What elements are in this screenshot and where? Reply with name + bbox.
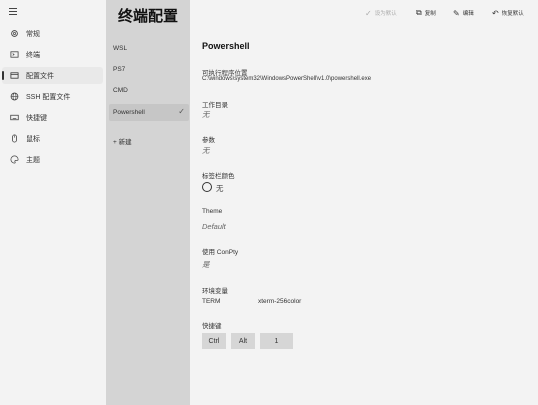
nav-item-label: 终端 xyxy=(26,52,40,59)
nav-item-label: SSH 配置文件 xyxy=(26,94,71,101)
profile-item-powershell[interactable]: Powershell ✓ xyxy=(109,104,189,121)
restore-default-button[interactable]: ↶ 恢复默认 xyxy=(492,7,524,19)
profile-item-cmd[interactable]: CMD xyxy=(109,82,189,99)
nav-item-profiles[interactable]: 配置文件 xyxy=(2,67,103,84)
conpty-label: 使用 ConPty xyxy=(202,249,239,256)
profile-item-label: PS7 xyxy=(113,66,126,73)
active-indicator xyxy=(2,71,4,80)
profile-item-label: CMD xyxy=(113,87,128,94)
nav-item-shortcuts[interactable]: 快捷键 xyxy=(2,109,103,126)
profile-item-ps7[interactable]: PS7 xyxy=(109,61,189,78)
copy-label: 复制 xyxy=(424,11,436,17)
terminal-icon xyxy=(9,49,19,59)
set-default-label: 设为默认 xyxy=(374,11,397,17)
profiles-pane: 终端配置 WSL PS7 CMD Powershell ✓ + 新建 xyxy=(106,0,190,405)
undo-icon: ↶ xyxy=(492,8,499,18)
edit-button[interactable]: ✎ 编辑 xyxy=(453,7,474,19)
restore-default-label: 恢复默认 xyxy=(501,11,524,17)
copy-icon: ⧉ xyxy=(416,8,422,17)
nav-pane: 常规 终端 配置文件 SSH 配置文件 快捷键 鼠标 主题 xyxy=(0,0,106,405)
nav-item-label: 快捷键 xyxy=(26,115,47,122)
tabcolor-label: 标签栏颜色 xyxy=(202,173,235,180)
nav-item-label: 鼠标 xyxy=(26,136,40,143)
profile-detail-pane: ✓ 设为默认 ⧉ 复制 ✎ 编辑 ↶ 恢复默认 Powershell 可执行程序… xyxy=(190,0,538,405)
page-title: 终端配置 xyxy=(118,8,179,25)
theme-value: Default xyxy=(202,222,226,231)
exe-value: C:\windows\system32\WindowsPowerShell\v1… xyxy=(202,76,372,82)
tabcolor-swatch xyxy=(202,182,212,192)
hotkey-label: 快捷键 xyxy=(202,323,222,330)
checkmark-icon: ✓ xyxy=(178,107,185,116)
set-default-button[interactable]: ✓ 设为默认 xyxy=(365,7,397,19)
hotkey-key: Ctrl xyxy=(202,333,226,349)
gear-icon xyxy=(9,28,19,38)
profile-item-label: Powershell xyxy=(113,109,145,116)
nav-item-general[interactable]: 常规 xyxy=(2,25,103,42)
palette-icon xyxy=(9,154,19,164)
args-label: 参数 xyxy=(202,137,215,144)
profile-title: Powershell xyxy=(202,41,250,51)
tabcolor-value: 无 xyxy=(216,184,224,193)
profile-icon xyxy=(9,70,19,80)
env-label: 环境变量 xyxy=(202,288,228,295)
nav-item-ssh-profiles[interactable]: SSH 配置文件 xyxy=(2,88,103,105)
args-value: 无 xyxy=(202,146,210,155)
nav-item-label: 常规 xyxy=(26,31,40,38)
hotkey-key: Alt xyxy=(231,333,255,349)
nav-item-theme[interactable]: 主题 xyxy=(2,151,103,168)
new-profile-button[interactable]: + 新建 xyxy=(113,136,132,146)
nav-item-mouse[interactable]: 鼠标 xyxy=(2,130,103,147)
keyboard-icon xyxy=(9,112,19,122)
globe-icon xyxy=(9,91,19,101)
profile-item-label: WSL xyxy=(113,45,128,52)
edit-label: 编辑 xyxy=(462,11,474,17)
hamburger-menu-icon[interactable] xyxy=(9,8,17,15)
nav-item-label: 主题 xyxy=(26,157,40,164)
check-icon: ✓ xyxy=(365,8,372,18)
mouse-icon xyxy=(9,133,19,143)
theme-label: Theme xyxy=(202,208,223,215)
workdir-label: 工作目录 xyxy=(202,102,228,109)
nav-item-label: 配置文件 xyxy=(26,73,54,80)
env-var-value: xterm-256color xyxy=(258,298,302,305)
copy-button[interactable]: ⧉ 复制 xyxy=(416,7,436,19)
pencil-icon: ✎ xyxy=(453,8,460,18)
conpty-value: 是 xyxy=(202,260,210,269)
workdir-value: 无 xyxy=(202,110,210,119)
hotkey-key: 1 xyxy=(260,333,293,349)
env-var-key: TERM xyxy=(202,298,221,305)
nav-item-terminal[interactable]: 终端 xyxy=(2,46,103,63)
profile-item-wsl[interactable]: WSL xyxy=(109,40,189,57)
